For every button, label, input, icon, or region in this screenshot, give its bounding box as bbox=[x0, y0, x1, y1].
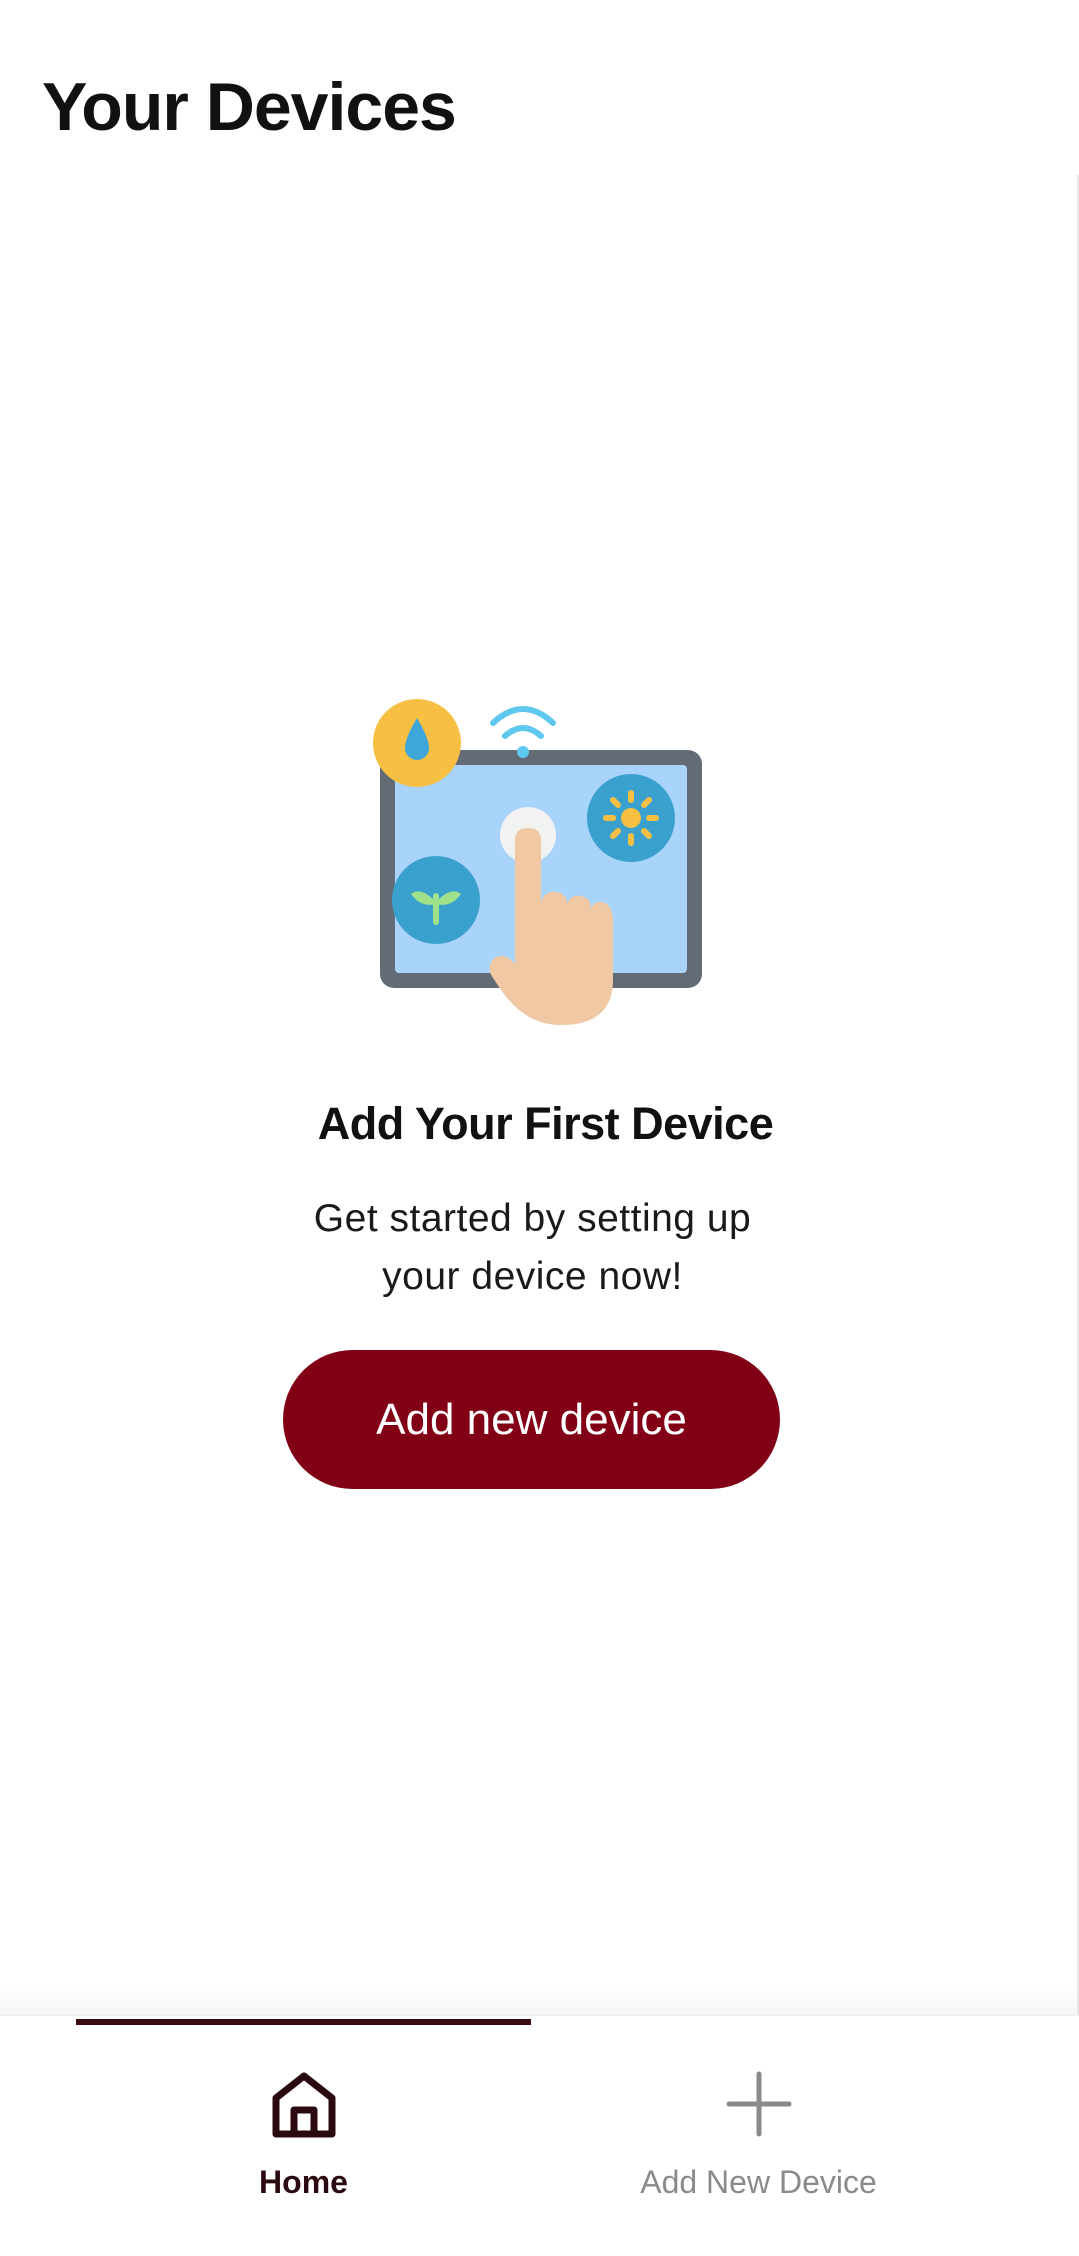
empty-state: Add Your First Device Get started by set… bbox=[0, 690, 1079, 1489]
nav-item-home[interactable]: Home bbox=[76, 2016, 531, 2256]
devices-screen: Your Devices Add Your First Device Get s… bbox=[0, 0, 1079, 2256]
bottom-nav-shadow bbox=[0, 1985, 1079, 2015]
active-tab-indicator bbox=[76, 2019, 531, 2025]
nav-item-add-new-device-label: Add New Device bbox=[640, 2164, 877, 2200]
empty-state-title-text: Add Your First Device bbox=[317, 1098, 774, 1149]
empty-state-description-line2: your device now! bbox=[382, 1255, 683, 1298]
nav-item-home-label: Home bbox=[259, 2164, 348, 2200]
bottom-navigation: Home Add New Device bbox=[0, 2015, 1079, 2256]
add-new-device-button[interactable]: Add new device bbox=[283, 1350, 780, 1489]
plus-icon bbox=[726, 2071, 791, 2137]
empty-state-title: Add Your First Device bbox=[0, 1098, 1079, 1150]
page-title: Your Devices bbox=[42, 69, 457, 145]
empty-state-description: Get started by setting up your device no… bbox=[0, 1190, 1065, 1306]
nav-item-add-new-device[interactable]: Add New Device bbox=[531, 2016, 986, 2256]
tablet-touch-illustration bbox=[372, 699, 702, 1025]
home-icon bbox=[272, 2072, 335, 2138]
empty-state-description-line1: Get started by setting up bbox=[313, 1197, 752, 1240]
